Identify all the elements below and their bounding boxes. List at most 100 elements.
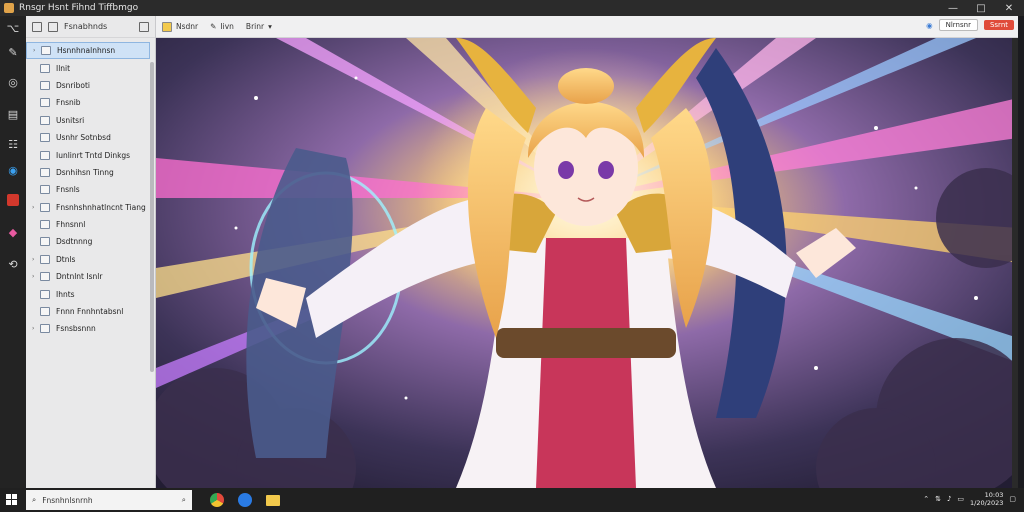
start-button[interactable] — [0, 488, 24, 512]
sidebar-item[interactable]: Usnhr Sotnbsd — [26, 129, 150, 146]
pen-icon: ✎ — [210, 22, 217, 31]
app-red-icon[interactable] — [5, 192, 21, 208]
sidebar-item[interactable]: Fnsnls — [26, 181, 150, 198]
zoom-pill[interactable]: Nlrnsnr — [938, 19, 978, 31]
main-area: Nsdnr ✎ Iivn Brinr ▾ ◉ Nlrnsnr Ssrnt — [156, 16, 1018, 488]
toolbar-button-third[interactable]: Brinr ▾ — [240, 19, 278, 35]
file-icon — [41, 46, 51, 56]
sidebar-item-label: Usnhr Sotnbsd — [56, 133, 111, 143]
sidebar-item[interactable]: › Dtnls — [26, 251, 150, 268]
sidebar-item-label: Hsnnhnalnhnsn — [57, 46, 116, 56]
file-tree: › Hsnnhnalnhnsn Ilnit Dsnriboti Fnsnib Usnits… — [26, 42, 150, 338]
sidebar-item-label: Fnnn Fnnhntabsnl — [56, 307, 124, 317]
sidebar-item[interactable]: › Fsnsbsnnn — [26, 320, 150, 337]
chevron-right-icon[interactable]: › — [32, 273, 40, 280]
sidebar-item[interactable]: Ihnts — [26, 285, 150, 302]
toolbar-button-first[interactable]: Nsdnr — [156, 19, 204, 35]
sidebar-item[interactable]: Fnnn Fnnhntabsnl — [26, 303, 150, 320]
sidebar-item[interactable]: Fnsnib — [26, 94, 150, 111]
sidebar-item-label: Dntnlnt Isnlr — [56, 272, 103, 282]
list-icon[interactable]: ☷ — [5, 136, 21, 152]
edge-icon[interactable]: ◉ — [5, 162, 21, 178]
canvas-scrollbar[interactable] — [1012, 38, 1018, 488]
refresh-icon[interactable] — [139, 21, 149, 32]
folder-icon — [162, 21, 172, 32]
globe-icon[interactable]: ◉ — [926, 21, 933, 30]
browser-icon[interactable] — [234, 489, 256, 511]
artwork-illustration — [156, 38, 1018, 488]
chevron-up-icon[interactable]: ⌃ — [923, 495, 929, 503]
file-icon — [40, 220, 50, 230]
artwork-canvas[interactable] — [156, 38, 1018, 488]
chevron-right-icon[interactable]: › — [32, 204, 40, 211]
file-explorer-icon[interactable] — [262, 489, 284, 511]
sidebar-item[interactable]: › Fnsnhshnhatlncnt Tiang — [26, 199, 150, 216]
chevron-right-icon[interactable]: › — [32, 325, 40, 332]
sidebar-item-label: Fnsnls — [56, 185, 80, 195]
sidebar-item-label: Usnitsri — [56, 115, 85, 125]
clock[interactable]: 10:03 1/20/2023 — [970, 491, 1003, 507]
file-icon — [40, 272, 50, 282]
explorer-sidebar: Fsnabhnds › Hsnnhnalnhnsn Ilnit Dsnriboti Fn… — [26, 16, 156, 488]
sync-icon[interactable]: ⟲ — [5, 256, 21, 272]
sidebar-item[interactable]: Iunlinrt Tntd Dinkgs — [26, 146, 150, 163]
sidebar-item-label: Dsdtnnng — [56, 237, 93, 247]
minimize-button[interactable]: — — [938, 0, 968, 16]
lens-icon[interactable]: ◎ — [5, 74, 21, 90]
file-icon — [40, 115, 50, 125]
doc-icon[interactable]: ▤ — [5, 106, 21, 122]
paint-icon[interactable]: ◆ — [5, 224, 21, 240]
file-icon — [40, 289, 50, 299]
file-icon — [40, 237, 50, 247]
search-go-icon: ⌕ — [181, 495, 186, 504]
code-icon[interactable]: ⌥ — [5, 20, 21, 36]
taskbar-search[interactable]: ⌕ Fnsnhnlsnrnh ⌕ — [26, 490, 192, 510]
sidebar-item[interactable]: Dsnhihsn Tinng — [26, 164, 150, 181]
sidebar-item[interactable]: › Hsnnhnalnhnsn — [26, 42, 150, 60]
sidebar-toolbar-label: Fsnabhnds — [64, 22, 108, 31]
sidebar-item-label: Dsnhihsn Tinng — [56, 167, 114, 177]
file-icon — [40, 307, 50, 317]
system-tray: ⌃ ⇅ ♪ ▭ 10:03 1/20/2023 ▢ — [923, 491, 1016, 507]
chevron-right-icon[interactable]: › — [33, 47, 41, 54]
taskbar: ⌕ Fnsnhnlsnrnh ⌕ ⌃ ⇅ ♪ ▭ 10:03 1/20/2023… — [0, 488, 1024, 512]
notification-icon[interactable]: ▢ — [1009, 495, 1016, 503]
sidebar-item-label: Iunlinrt Tntd Dinkgs — [56, 150, 131, 160]
maximize-button[interactable]: □ — [966, 0, 996, 16]
file-icon — [40, 150, 50, 160]
file-icon — [40, 63, 50, 73]
sidebar-item-label: Ihnts — [56, 289, 75, 299]
action-button[interactable]: Ssrnt — [983, 20, 1014, 30]
sidebar-item[interactable]: Ilnit — [26, 59, 150, 76]
file-icon — [40, 324, 50, 334]
app-icon — [4, 3, 14, 13]
sidebar-item-label: Fhnsnnl — [56, 220, 86, 230]
new-file-icon[interactable] — [32, 21, 42, 32]
file-icon — [40, 80, 50, 90]
chrome-icon[interactable] — [206, 489, 228, 511]
sidebar-item[interactable]: Usnitsri — [26, 112, 150, 129]
windows-icon — [6, 494, 17, 505]
sidebar-item[interactable]: › Dntnlnt Isnlr — [26, 268, 150, 285]
left-rail: ⌥ ✎ ◎ ▤ ☷ ◉ ◆ ⟲ — [0, 16, 26, 488]
sidebar-item[interactable]: Fhnsnnl — [26, 216, 150, 233]
battery-icon[interactable]: ▭ — [957, 495, 964, 503]
sidebar-item[interactable]: Dsdtnnng — [26, 233, 150, 250]
close-button[interactable]: ✕ — [994, 0, 1024, 16]
sidebar-item-label: Ilnit — [56, 63, 71, 73]
sidebar-item[interactable]: Dsnriboti — [26, 77, 150, 94]
toolbar-button-second[interactable]: ✎ Iivn — [204, 19, 240, 35]
network-icon[interactable]: ⇅ — [935, 495, 941, 503]
sidebar-item-label: Dsnriboti — [56, 80, 90, 90]
chevron-right-icon[interactable]: › — [32, 256, 40, 263]
file-icon — [40, 98, 50, 108]
new-folder-icon[interactable] — [48, 21, 58, 32]
sidebar-scrollbar[interactable] — [150, 62, 154, 372]
window-title: Rnsgr Hsnt Fihnd Tiffbmgo — [19, 3, 139, 13]
volume-icon[interactable]: ♪ — [947, 495, 951, 503]
file-icon — [40, 133, 50, 143]
chevron-down-icon: ▾ — [268, 22, 272, 31]
file-icon — [40, 254, 50, 264]
pin-icon[interactable]: ✎ — [5, 44, 21, 60]
sidebar-item-label: Fsnsbsnnn — [56, 324, 96, 334]
